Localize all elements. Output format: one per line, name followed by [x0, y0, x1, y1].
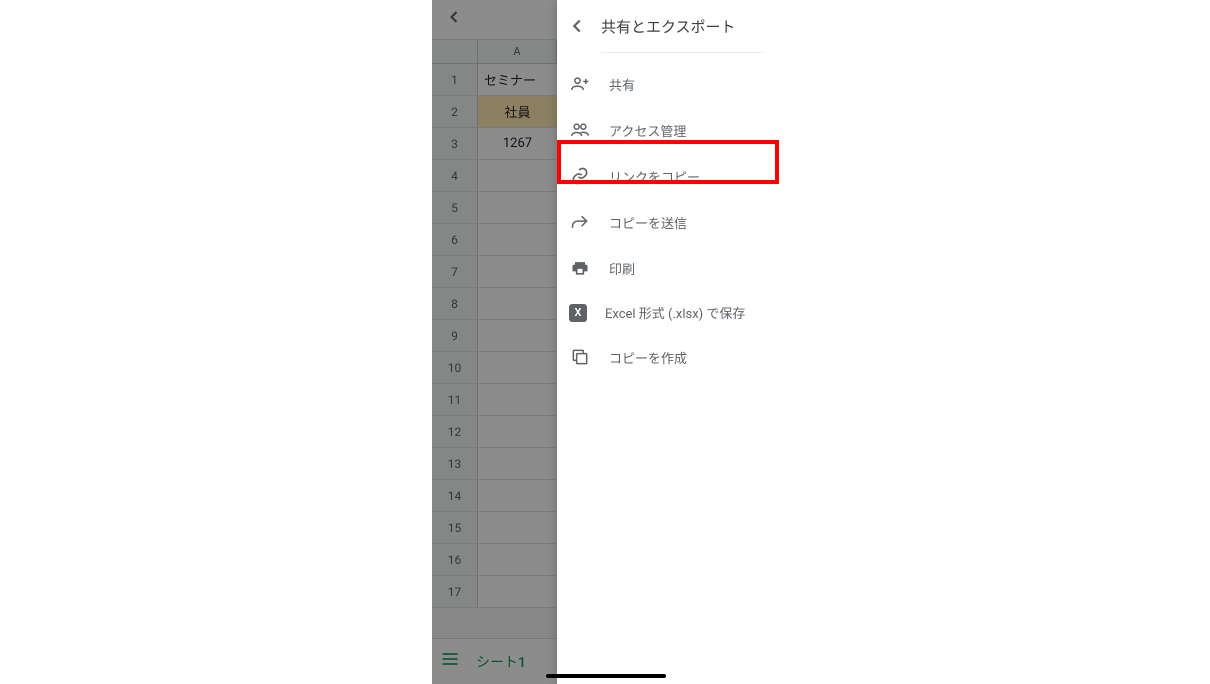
- cell[interactable]: [478, 224, 557, 255]
- menu-item-print[interactable]: 印刷: [557, 245, 779, 291]
- menu-item-label: 共有: [609, 75, 635, 94]
- row-header[interactable]: 9: [432, 320, 478, 351]
- table-row: 11: [432, 384, 557, 416]
- row-header[interactable]: 14: [432, 480, 478, 511]
- menu-item-label: 印刷: [609, 259, 635, 278]
- cell[interactable]: [478, 512, 557, 543]
- table-row: 17: [432, 576, 557, 608]
- people-icon: [569, 119, 591, 141]
- menu-item-label: リンクをコピー: [609, 167, 700, 186]
- menu-item-link[interactable]: リンクをコピー: [557, 153, 779, 199]
- row-header[interactable]: 13: [432, 448, 478, 479]
- table-row: 7: [432, 256, 557, 288]
- row-header[interactable]: 2: [432, 96, 478, 127]
- row-header[interactable]: 12: [432, 416, 478, 447]
- divider: [601, 52, 763, 53]
- corner-cell: [432, 40, 478, 63]
- menu-list: 共有アクセス管理リンクをコピーコピーを送信印刷 X Excel 形式 (.xlsx)…: [557, 57, 779, 380]
- row-header[interactable]: 6: [432, 224, 478, 255]
- hamburger-icon[interactable]: [440, 649, 460, 674]
- table-row: 2社員: [432, 96, 557, 128]
- table-row: 1セミナー: [432, 64, 557, 96]
- row-header[interactable]: 3: [432, 128, 478, 159]
- cell[interactable]: [478, 480, 557, 511]
- link-icon: [569, 165, 591, 187]
- person-add-icon: [569, 73, 591, 95]
- cell[interactable]: [478, 192, 557, 223]
- row-header[interactable]: 10: [432, 352, 478, 383]
- table-row: 15: [432, 512, 557, 544]
- row-header[interactable]: 11: [432, 384, 478, 415]
- table-row: 4: [432, 160, 557, 192]
- row-header[interactable]: 5: [432, 192, 478, 223]
- cell[interactable]: [478, 160, 557, 191]
- share-export-panel: 共有とエクスポート 共有アクセス管理リンクをコピーコピーを送信印刷 X Excel …: [557, 0, 779, 684]
- row-header[interactable]: 1: [432, 64, 478, 95]
- row-header[interactable]: 8: [432, 288, 478, 319]
- menu-item-send[interactable]: コピーを送信: [557, 199, 779, 245]
- column-header-a[interactable]: A: [478, 40, 557, 63]
- sheet-topbar: [432, 0, 557, 40]
- table-row: 14: [432, 480, 557, 512]
- cell[interactable]: 社員: [478, 96, 557, 127]
- row-header[interactable]: 4: [432, 160, 478, 191]
- phone-frame: A 1セミナー2社員312674567891011121314151617 シー…: [432, 0, 779, 684]
- cell[interactable]: [478, 320, 557, 351]
- table-row: 12: [432, 416, 557, 448]
- menu-item-label: Excel 形式 (.xlsx) で保存: [605, 303, 745, 322]
- cell[interactable]: [478, 288, 557, 319]
- menu-item-people[interactable]: アクセス管理: [557, 107, 779, 153]
- table-row: 31267: [432, 128, 557, 160]
- cell[interactable]: [478, 576, 557, 607]
- column-header-row: A: [432, 40, 557, 64]
- menu-item-person-add[interactable]: 共有: [557, 61, 779, 107]
- cell[interactable]: [478, 416, 557, 447]
- row-header[interactable]: 17: [432, 576, 478, 607]
- spreadsheet-dimmed: A 1セミナー2社員312674567891011121314151617 シー…: [432, 0, 557, 684]
- back-icon[interactable]: [444, 7, 464, 32]
- menu-item-label: アクセス管理: [609, 121, 686, 140]
- cell[interactable]: セミナー: [478, 64, 557, 95]
- table-row: 5: [432, 192, 557, 224]
- home-indicator[interactable]: [546, 674, 666, 678]
- menu-item-copy[interactable]: コピーを作成: [557, 334, 779, 380]
- panel-back-button[interactable]: [565, 14, 589, 38]
- excel-icon: X: [569, 304, 587, 322]
- menu-item-label: コピーを作成: [609, 348, 687, 367]
- cell[interactable]: [478, 352, 557, 383]
- sheet-tabs: シート1: [432, 638, 557, 684]
- cell[interactable]: [478, 544, 557, 575]
- table-row: 9: [432, 320, 557, 352]
- row-header[interactable]: 16: [432, 544, 478, 575]
- row-header[interactable]: 7: [432, 256, 478, 287]
- table-row: 16: [432, 544, 557, 576]
- table-row: 10: [432, 352, 557, 384]
- sheet-tab[interactable]: シート1: [476, 652, 526, 672]
- menu-item-excel[interactable]: X Excel 形式 (.xlsx) で保存: [557, 291, 779, 334]
- cell[interactable]: [478, 384, 557, 415]
- print-icon: [569, 257, 591, 279]
- table-row: 6: [432, 224, 557, 256]
- copy-icon: [569, 346, 591, 368]
- sheet-rows: 1セミナー2社員312674567891011121314151617: [432, 64, 557, 608]
- panel-header: 共有とエクスポート: [557, 0, 779, 52]
- cell[interactable]: [478, 448, 557, 479]
- send-icon: [569, 211, 591, 233]
- panel-title: 共有とエクスポート: [601, 16, 736, 37]
- table-row: 13: [432, 448, 557, 480]
- row-header[interactable]: 15: [432, 512, 478, 543]
- table-row: 8: [432, 288, 557, 320]
- cell[interactable]: 1267: [478, 128, 557, 159]
- cell[interactable]: [478, 256, 557, 287]
- menu-item-label: コピーを送信: [609, 213, 687, 232]
